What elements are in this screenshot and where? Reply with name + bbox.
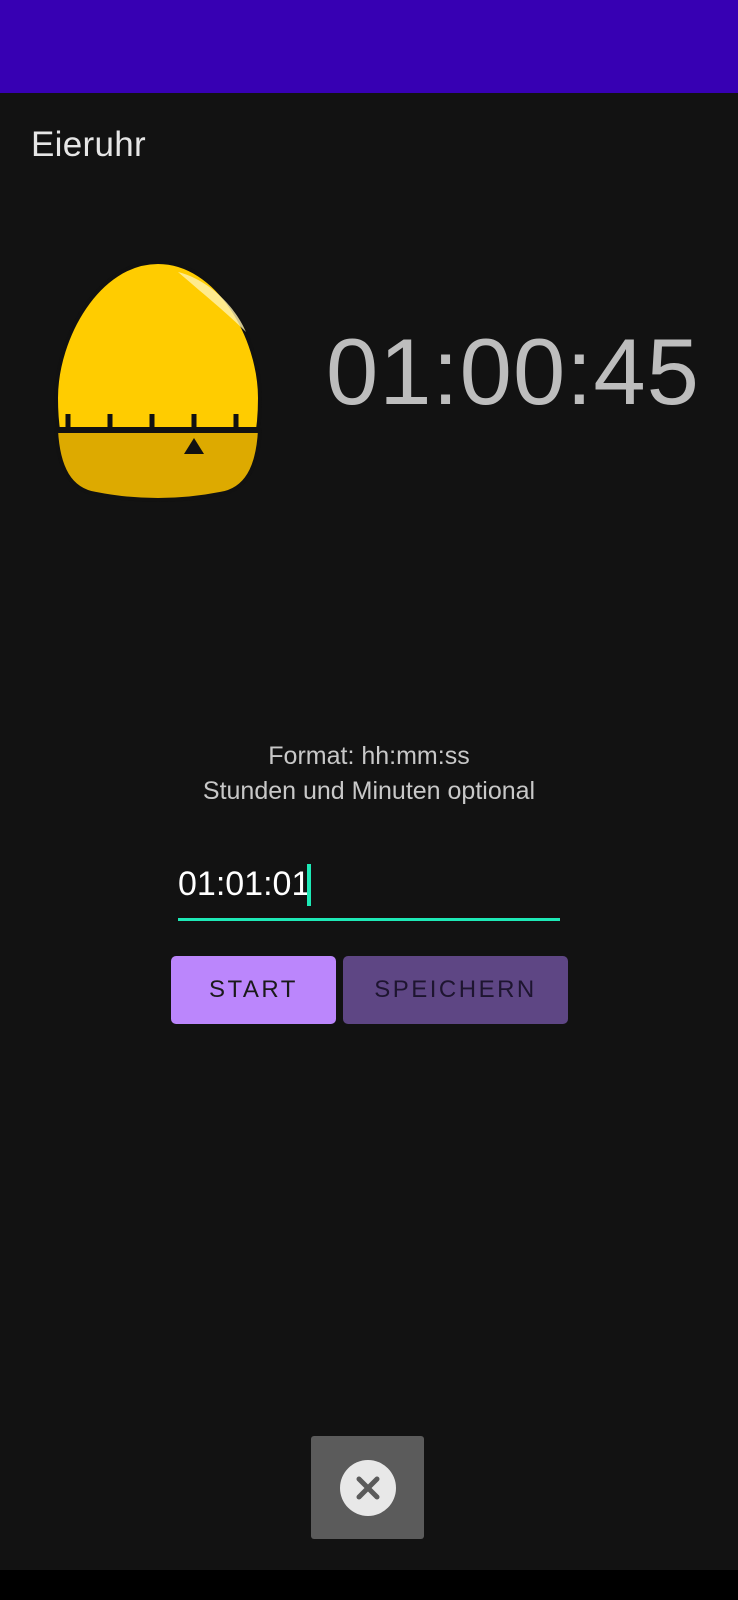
start-button[interactable]: START <box>171 956 336 1024</box>
app-title: Eieruhr <box>31 125 146 164</box>
format-hint: Format: hh:mm:ss <box>268 742 470 770</box>
close-icon <box>339 1459 396 1516</box>
time-input-field[interactable] <box>178 858 560 921</box>
close-button[interactable] <box>311 1436 424 1539</box>
optional-hint: Stunden und Minuten optional <box>202 777 536 805</box>
timer-display: 01:00:45 <box>326 319 700 424</box>
text-cursor <box>307 864 311 906</box>
save-button[interactable]: SPEICHERN <box>343 956 568 1024</box>
navigation-bar <box>0 1570 738 1600</box>
egg-timer-icon <box>53 259 263 502</box>
status-bar <box>0 0 738 93</box>
time-input[interactable] <box>178 858 560 910</box>
